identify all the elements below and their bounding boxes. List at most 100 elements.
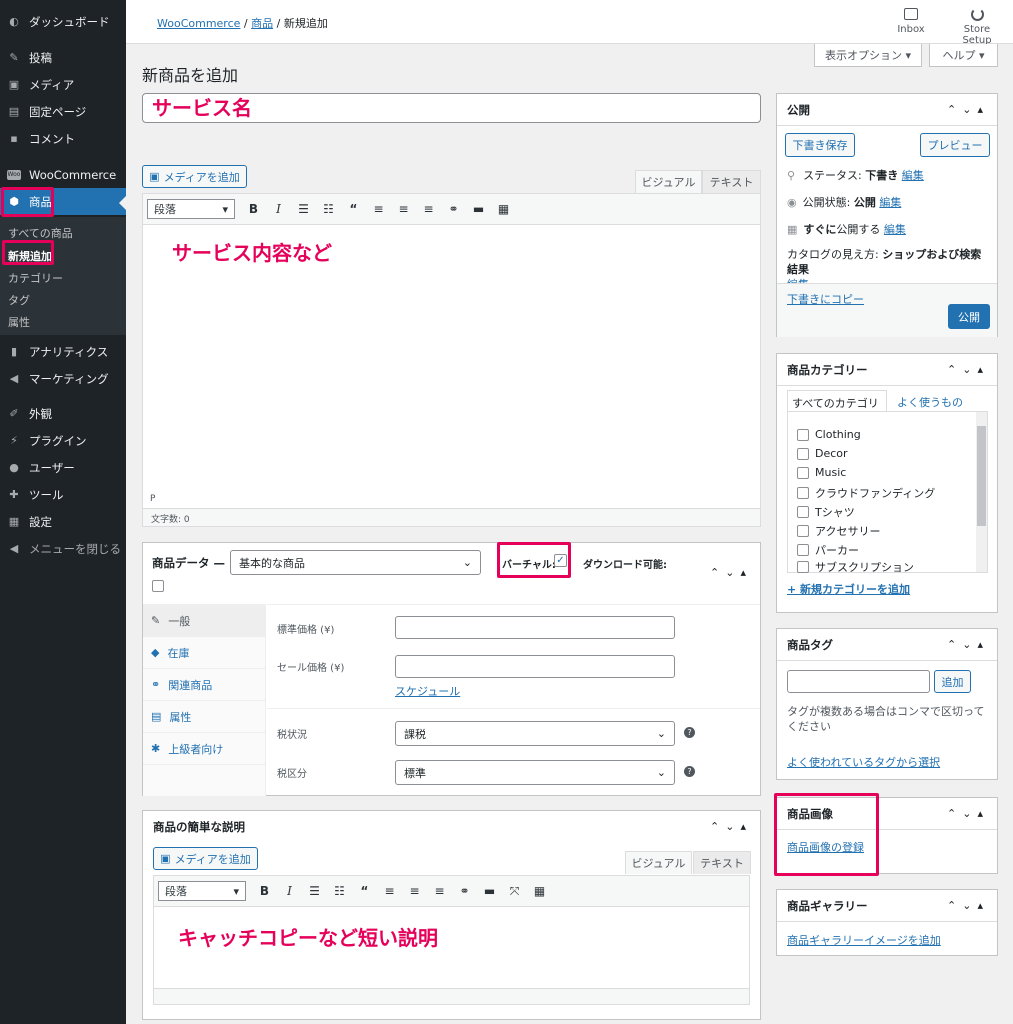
tab-advanced[interactable]: ✱ 上級者向け <box>143 733 266 765</box>
product-type-select[interactable]: 基本的な商品 ⌄ <box>230 550 481 575</box>
tax-status-select[interactable]: 課税 ⌄ <box>395 721 675 746</box>
read-more-icon[interactable]: ▬ <box>477 884 502 898</box>
box-controls[interactable]: ⌃⌄▴ <box>947 103 989 116</box>
copy-to-draft-link[interactable]: 下書きにコピー <box>787 291 864 307</box>
tab-text[interactable]: テキスト <box>702 170 761 193</box>
tab-inventory[interactable]: ◆ 在庫 <box>143 637 266 669</box>
checkbox[interactable] <box>797 466 809 479</box>
checkbox[interactable] <box>797 525 809 537</box>
align-center-icon[interactable]: ≡ <box>391 202 416 216</box>
checkbox[interactable] <box>797 487 809 499</box>
menu-woocommerce[interactable]: Woo WooCommerce <box>0 161 126 188</box>
italic-icon[interactable]: I <box>277 884 302 898</box>
scrollbar[interactable] <box>976 412 987 572</box>
link-icon[interactable]: ⚭ <box>441 202 466 216</box>
align-left-icon[interactable]: ≡ <box>366 202 391 216</box>
bullet-list-icon[interactable]: ☰ <box>291 202 316 216</box>
menu-collapse[interactable]: ◀ メニューを閉じる <box>0 535 126 562</box>
tab-all-categories[interactable]: すべてのカテゴリー <box>787 390 887 426</box>
box-controls[interactable]: ⌃⌄▴ <box>710 820 752 833</box>
submenu-all-products[interactable]: すべての商品 <box>8 225 73 241</box>
category-item[interactable]: Decor <box>797 447 848 460</box>
product-data-checkbox[interactable] <box>152 580 164 592</box>
category-item[interactable]: Music <box>797 466 846 479</box>
menu-pages[interactable]: ▤ 固定ページ <box>0 98 126 125</box>
menu-users[interactable]: ● ユーザー <box>0 454 126 481</box>
menu-plugins[interactable]: ⚡ プラグイン <box>0 427 126 454</box>
add-gallery-link[interactable]: 商品ギャラリーイメージを追加 <box>787 932 941 948</box>
toolbar-toggle-icon[interactable]: ▦ <box>527 884 552 898</box>
breadcrumb-products[interactable]: 商品 <box>251 17 273 30</box>
link-icon[interactable]: ⚭ <box>452 884 477 898</box>
box-controls[interactable]: ⌃⌄▴ <box>947 807 989 820</box>
box-controls[interactable]: ⌃⌄▴ <box>947 899 989 912</box>
publish-button[interactable]: 公開 <box>948 304 990 329</box>
edit-visibility-link[interactable]: 編集 <box>879 196 901 209</box>
italic-icon[interactable]: I <box>266 202 291 216</box>
menu-settings[interactable]: ▦ 設定 <box>0 508 126 535</box>
bold-icon[interactable]: B <box>252 884 277 898</box>
tab-popular-categories[interactable]: よく使うもの <box>897 394 963 410</box>
tab-visual[interactable]: ビジュアル <box>625 851 692 874</box>
numbered-list-icon[interactable]: ☷ <box>316 202 341 216</box>
menu-marketing[interactable]: ◀ マーケティング <box>0 365 126 392</box>
blockquote-icon[interactable]: “ <box>341 202 366 216</box>
align-left-icon[interactable]: ≡ <box>377 884 402 898</box>
box-controls[interactable]: ⌃⌄▴ <box>947 638 989 651</box>
scrollbar-thumb[interactable] <box>977 426 986 526</box>
checkbox[interactable] <box>797 447 809 460</box>
bullet-list-icon[interactable]: ☰ <box>302 884 327 898</box>
checkbox[interactable] <box>797 561 809 573</box>
align-center-icon[interactable]: ≡ <box>402 884 427 898</box>
save-draft-button[interactable]: 下書き保存 <box>785 133 855 157</box>
choose-tags-link[interactable]: よく使われているタグから選択 <box>787 754 940 770</box>
category-item[interactable]: Clothing <box>797 428 861 441</box>
preview-button[interactable]: プレビュー <box>920 133 990 157</box>
tab-attributes[interactable]: ▤ 属性 <box>143 701 266 733</box>
numbered-list-icon[interactable]: ☷ <box>327 884 352 898</box>
checkbox[interactable] <box>797 544 809 556</box>
tab-visual[interactable]: ビジュアル <box>635 170 702 193</box>
category-item[interactable]: Tシャツ <box>797 504 855 520</box>
category-item[interactable]: パーカー <box>797 542 859 558</box>
tax-class-select[interactable]: 標準 ⌄ <box>395 760 675 785</box>
edit-status-link[interactable]: 編集 <box>902 169 924 182</box>
checkbox[interactable] <box>797 428 809 441</box>
tab-linked-products[interactable]: ⚭ 関連商品 <box>143 669 266 701</box>
help-button[interactable]: ヘルプ ▾ <box>929 44 998 67</box>
add-tag-button[interactable]: 追加 <box>934 670 971 693</box>
menu-appearance[interactable]: ✐ 外観 <box>0 400 126 427</box>
category-item[interactable]: サブスクリプション <box>797 559 914 575</box>
blockquote-icon[interactable]: “ <box>352 884 377 898</box>
add-media-button[interactable]: ▣ メディアを追加 <box>142 165 247 188</box>
align-right-icon[interactable]: ≡ <box>427 884 452 898</box>
category-item[interactable]: アクセサリー <box>797 523 880 539</box>
add-category-link[interactable]: + 新規カテゴリーを追加 <box>787 581 910 597</box>
align-right-icon[interactable]: ≡ <box>416 202 441 216</box>
paragraph-select[interactable]: 段落 ▾ <box>147 199 235 219</box>
menu-media[interactable]: ▣ メディア <box>0 71 126 98</box>
submenu-tags[interactable]: タグ <box>8 292 30 308</box>
box-controls[interactable]: ⌃⌄▴ <box>710 566 752 579</box>
fullscreen-icon[interactable]: ⤧ <box>502 884 527 899</box>
menu-comments[interactable]: ▪ コメント <box>0 125 126 152</box>
read-more-icon[interactable]: ▬ <box>466 202 491 216</box>
screen-options-button[interactable]: 表示オプション ▾ <box>814 44 922 67</box>
tab-general[interactable]: ✎ 一般 <box>143 605 266 637</box>
help-icon[interactable]: ? <box>684 766 695 777</box>
menu-analytics[interactable]: ▮ アナリティクス <box>0 338 126 365</box>
inbox-button[interactable]: Inbox <box>896 6 926 35</box>
bold-icon[interactable]: B <box>241 202 266 216</box>
tab-text[interactable]: テキスト <box>693 851 751 874</box>
edit-schedule-link[interactable]: 編集 <box>884 223 906 236</box>
menu-posts[interactable]: ✎ 投稿 <box>0 44 126 71</box>
category-item[interactable]: クラウドファンディング <box>797 485 935 501</box>
paragraph-select[interactable]: 段落 ▾ <box>158 881 246 901</box>
breadcrumb-woocommerce[interactable]: WooCommerce <box>157 17 240 30</box>
regular-price-input[interactable] <box>395 616 675 639</box>
menu-dashboard[interactable]: ◐ ダッシュボード <box>0 8 126 35</box>
checkbox[interactable] <box>797 506 809 518</box>
tag-input[interactable] <box>787 670 930 693</box>
help-icon[interactable]: ? <box>684 727 695 738</box>
store-setup-button[interactable]: Store Setup <box>948 6 1006 46</box>
